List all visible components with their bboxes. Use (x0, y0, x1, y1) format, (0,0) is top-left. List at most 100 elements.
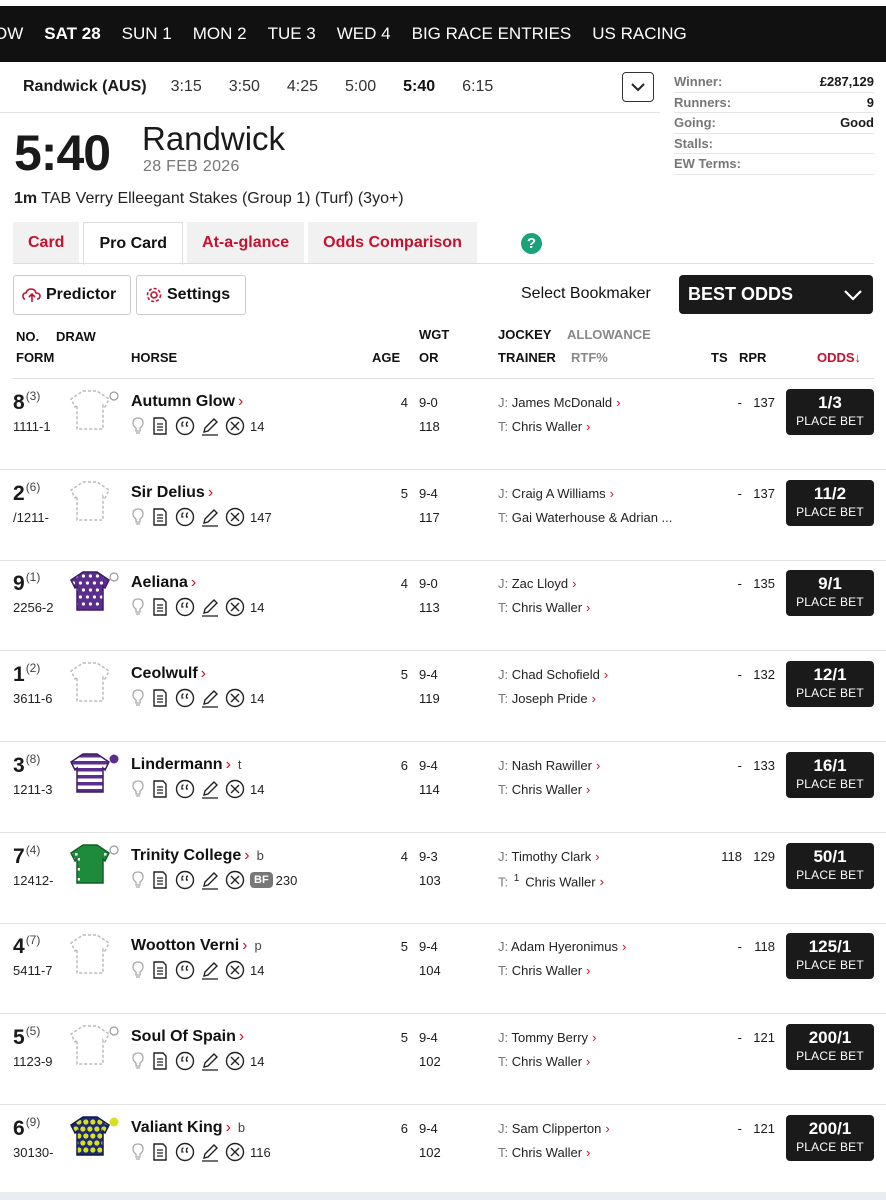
race-time-link[interactable]: 3:15 (171, 78, 202, 96)
header-trainer[interactable]: TRAINER (498, 350, 556, 365)
place-bet-button[interactable]: 12/1 PLACE BET (786, 661, 874, 707)
trainer-link[interactable]: T: Chris Waller › (498, 600, 590, 615)
race-time-link[interactable]: 5:00 (345, 78, 376, 96)
expand-meetings-button[interactable] (622, 72, 654, 102)
jockey-link[interactable]: J: Zac Lloyd › (498, 576, 576, 591)
comments-icon[interactable] (175, 1051, 195, 1071)
hide-runner-icon[interactable] (225, 1142, 245, 1162)
header-wgt[interactable]: WGT (419, 327, 449, 342)
trainer-link[interactable]: T: Chris Waller › (498, 963, 590, 978)
trainer-link[interactable]: T: Chris Waller › (498, 1054, 590, 1069)
write-note-icon[interactable] (200, 960, 220, 980)
notes-icon[interactable] (150, 597, 170, 617)
trainer-link[interactable]: T: Joseph Pride › (498, 691, 596, 706)
settings-button[interactable]: Settings (136, 275, 246, 315)
header-horse[interactable]: HORSE (131, 350, 177, 365)
write-note-icon[interactable] (200, 870, 220, 890)
hide-runner-icon[interactable] (225, 597, 245, 617)
hide-runner-icon[interactable] (225, 416, 245, 436)
horse-name-link[interactable]: Sir Delius › (131, 484, 213, 502)
day-tab[interactable]: TUE 3 (268, 24, 316, 44)
place-bet-button[interactable]: 200/1 PLACE BET (786, 1024, 874, 1070)
header-jockey[interactable]: JOCKEY (498, 327, 551, 342)
place-bet-button[interactable]: 125/1 PLACE BET (786, 933, 874, 979)
jockey-link[interactable]: J: Timothy Clark › (498, 849, 600, 864)
tab-pro-card[interactable]: Pro Card (83, 222, 184, 265)
write-note-icon[interactable] (200, 1142, 220, 1162)
trainer-link[interactable]: T: 1 Chris Waller › (498, 873, 604, 889)
jockey-link[interactable]: J: Adam Hyeronimus › (498, 939, 626, 954)
hide-runner-icon[interactable] (225, 688, 245, 708)
write-note-icon[interactable] (200, 597, 220, 617)
comments-icon[interactable] (175, 960, 195, 980)
day-tab[interactable]: SUN 1 (122, 24, 172, 44)
place-bet-button[interactable]: 1/3 PLACE BET (786, 389, 874, 435)
day-tab[interactable]: MON 2 (193, 24, 247, 44)
header-age[interactable]: AGE (372, 350, 400, 365)
hide-runner-icon[interactable] (225, 960, 245, 980)
place-bet-button[interactable]: 9/1 PLACE BET (786, 570, 874, 616)
horse-name-link[interactable]: Ceolwulf › (131, 665, 206, 683)
day-tab[interactable]: US RACING (592, 24, 686, 44)
comments-icon[interactable] (175, 597, 195, 617)
tab-odds-comparison[interactable]: Odds Comparison (308, 222, 477, 264)
bookmaker-select[interactable]: BEST ODDS (679, 275, 873, 314)
jockey-link[interactable]: J: Sam Clipperton › (498, 1121, 610, 1136)
comments-icon[interactable] (175, 416, 195, 436)
horse-name-link[interactable]: Soul Of Spain › (131, 1028, 244, 1046)
jockey-link[interactable]: J: Chad Schofield › (498, 667, 608, 682)
notes-icon[interactable] (150, 1142, 170, 1162)
header-odds[interactable]: ODDS↓ (817, 350, 861, 365)
trainer-link[interactable]: T: Gai Waterhouse & Adrian ... (498, 510, 672, 525)
horse-name-link[interactable]: Aeliana › (131, 574, 196, 592)
race-time-link[interactable]: 5:40 (403, 78, 435, 96)
place-bet-button[interactable]: 50/1 PLACE BET (786, 843, 874, 889)
comments-icon[interactable] (175, 870, 195, 890)
header-rpr[interactable]: RPR (739, 350, 766, 365)
hide-runner-icon[interactable] (225, 779, 245, 799)
day-tab[interactable]: WED 4 (337, 24, 391, 44)
horse-name-link[interactable]: Valiant King › b (131, 1119, 245, 1137)
notes-icon[interactable] (150, 1051, 170, 1071)
place-bet-button[interactable]: 16/1 PLACE BET (786, 752, 874, 798)
notes-icon[interactable] (150, 688, 170, 708)
meeting-course-name[interactable]: Randwick (AUS) (23, 78, 147, 96)
horse-name-link[interactable]: Lindermann › t (131, 756, 242, 774)
write-note-icon[interactable] (200, 1051, 220, 1071)
write-note-icon[interactable] (200, 688, 220, 708)
comments-icon[interactable] (175, 507, 195, 527)
hide-runner-icon[interactable] (225, 870, 245, 890)
place-bet-button[interactable]: 11/2 PLACE BET (786, 480, 874, 526)
comments-icon[interactable] (175, 779, 195, 799)
notes-icon[interactable] (150, 870, 170, 890)
day-tab[interactable]: OW (0, 24, 23, 44)
header-ts[interactable]: TS (711, 350, 728, 365)
comments-icon[interactable] (175, 1142, 195, 1162)
header-or[interactable]: OR (419, 350, 439, 365)
race-time-link[interactable]: 3:50 (229, 78, 260, 96)
jockey-link[interactable]: J: Craig A Williams › (498, 486, 614, 501)
day-tab[interactable]: SAT 28 (44, 24, 100, 44)
trainer-link[interactable]: T: Chris Waller › (498, 1145, 590, 1160)
jockey-link[interactable]: J: James McDonald › (498, 395, 621, 410)
trainer-link[interactable]: T: Chris Waller › (498, 782, 590, 797)
hide-runner-icon[interactable] (225, 1051, 245, 1071)
race-time-link[interactable]: 6:15 (462, 78, 493, 96)
tab-at-a-glance[interactable]: At-a-glance (187, 222, 305, 264)
write-note-icon[interactable] (200, 416, 220, 436)
place-bet-button[interactable]: 200/1 PLACE BET (786, 1115, 874, 1161)
predictor-button[interactable]: Predictor (13, 275, 131, 315)
day-tab[interactable]: BIG RACE ENTRIES (412, 24, 572, 44)
horse-name-link[interactable]: Autumn Glow › (131, 393, 243, 411)
hide-runner-icon[interactable] (225, 507, 245, 527)
jockey-link[interactable]: J: Tommy Berry › (498, 1030, 596, 1045)
tab-card[interactable]: Card (13, 222, 80, 264)
horse-name-link[interactable]: Trinity College › b (131, 847, 264, 865)
notes-icon[interactable] (150, 416, 170, 436)
write-note-icon[interactable] (200, 779, 220, 799)
comments-icon[interactable] (175, 688, 195, 708)
notes-icon[interactable] (150, 779, 170, 799)
notes-icon[interactable] (150, 960, 170, 980)
help-icon[interactable]: ? (521, 233, 542, 254)
trainer-link[interactable]: T: Chris Waller › (498, 419, 590, 434)
